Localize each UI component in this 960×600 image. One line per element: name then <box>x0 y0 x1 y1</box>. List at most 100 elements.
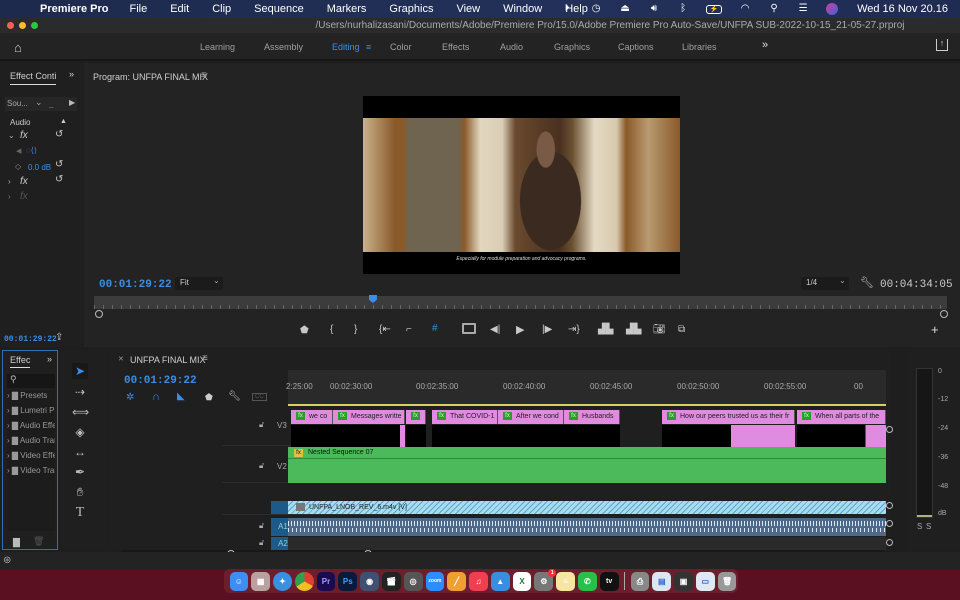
panel-expand-icon[interactable]: » <box>47 354 52 364</box>
dock-compressor-icon[interactable]: ◎ <box>403 571 423 591</box>
type-tool-icon[interactable]: T <box>72 505 88 521</box>
trash-icon[interactable]: 🗑︎ <box>33 536 44 547</box>
chevron-down-icon[interactable]: ⌄ <box>8 131 15 140</box>
mark-in-button[interactable]: { <box>330 324 333 335</box>
guides-button[interactable]: # <box>432 323 438 334</box>
menu-clip[interactable]: Clip <box>212 3 231 15</box>
reset-icon[interactable]: ↺ <box>55 174 63 185</box>
mark-out-button[interactable]: } <box>354 324 357 335</box>
clip-a1-audio[interactable] <box>288 518 886 536</box>
collapse-up-icon[interactable]: ▲ <box>60 118 67 125</box>
close-sequence-icon[interactable]: ✕ <box>118 355 124 363</box>
panel-menu-icon[interactable]: ≡ <box>202 353 208 364</box>
lock-icon[interactable]: 🔓︎ <box>259 521 264 531</box>
home-icon[interactable]: ⌂ <box>14 40 22 55</box>
ruler-button[interactable]: ⌐ <box>406 324 412 335</box>
volume-icon[interactable]: 🔊︎ <box>648 3 660 15</box>
timeline-timecode[interactable]: 00:01:29:22 <box>124 375 197 387</box>
more-workspaces-button[interactable]: » <box>762 39 768 51</box>
wrench-icon[interactable]: 🔧︎ <box>860 276 874 289</box>
minimize-window-button[interactable] <box>19 22 26 29</box>
clip-v3[interactable]: fx we co <box>291 410 333 424</box>
tab-effects[interactable]: Effects <box>442 42 469 52</box>
program-current-timecode[interactable]: 00:01:29:22 <box>99 279 172 291</box>
timeline-settings-wrench-icon[interactable]: 🔧︎ <box>228 391 241 402</box>
folder-item[interactable]: › ▇ Video Effects <box>7 451 55 466</box>
folder-item[interactable]: › ▇ Video Transitions <box>7 466 55 481</box>
dock-appletv-icon[interactable]: tv <box>599 571 619 591</box>
new-bin-icon[interactable]: ▇ <box>13 537 20 548</box>
video-frame[interactable]: Especially for module preparation and ad… <box>363 96 680 274</box>
source-chevron-icon[interactable]: ⌄ <box>35 97 43 108</box>
add-button[interactable]: + <box>931 322 939 337</box>
dock-screenshot-icon[interactable]: ▣ <box>674 571 693 591</box>
dock-excel-icon[interactable]: X <box>512 571 532 591</box>
dock-keynote-icon[interactable]: ▲ <box>490 571 510 591</box>
clip-v3[interactable]: fx When all parts of the <box>797 410 886 424</box>
solo-left-button[interactable]: S <box>917 522 922 531</box>
hand-tool-icon[interactable]: ✋︎ <box>72 484 88 500</box>
folder-item[interactable]: › ▇ Lumetri Presets <box>7 406 55 421</box>
tab-editing[interactable]: Editing <box>332 42 360 52</box>
dock-zoom-icon[interactable]: zoom <box>425 571 445 591</box>
panel-menu-icon[interactable]: ≡ <box>201 70 207 81</box>
dock-safari-icon[interactable]: ✦ <box>273 571 292 591</box>
comparison-view-button[interactable]: ⧉ <box>678 324 685 335</box>
pen-tool-icon[interactable]: ✒ <box>72 464 88 480</box>
reset-icon[interactable]: ↺ <box>55 129 63 140</box>
dock-system-preferences-icon[interactable]: ⚙ 1 <box>534 568 557 591</box>
lock-icon[interactable]: 🔓︎ <box>259 538 264 548</box>
fx-row-volume[interactable]: ⌄ fx ↺ <box>5 129 70 144</box>
keyframe-diamond-icon[interactable]: ◇ <box>15 162 21 171</box>
creative-cloud-icon[interactable]: ⊛ <box>3 555 11 566</box>
dock-notes-icon[interactable]: ≡ <box>556 571 575 591</box>
tab-audio[interactable]: Audio <box>500 42 523 52</box>
menu-sequence[interactable]: Sequence <box>254 3 304 15</box>
dock-whatsapp-icon[interactable]: ✆ <box>578 571 597 591</box>
track-end-handle[interactable] <box>886 539 893 546</box>
resolution-dropdown[interactable]: 1/4 ⌄ <box>801 276 849 290</box>
clip-v3[interactable]: fx How our peers trusted us as their fr <box>662 410 795 424</box>
slip-tool-icon[interactable]: ↔ <box>72 444 88 460</box>
menu-app-name[interactable]: Premiere Pro <box>40 3 108 15</box>
go-to-in-button[interactable]: {⇤ <box>379 324 391 335</box>
program-scrubber[interactable] <box>94 295 947 309</box>
clip-v1-video[interactable]: UNFPA_LNOB_REV_6.m4v [V] <box>288 501 886 514</box>
sequence-dropdown[interactable]: _ <box>49 99 53 108</box>
tab-learning[interactable]: Learning <box>200 42 235 52</box>
panel-expand-icon[interactable]: » <box>69 69 74 79</box>
dock-document-icon[interactable]: ▤ <box>652 571 672 591</box>
dock-music-icon[interactable]: ♫ <box>469 571 488 591</box>
program-monitor-title[interactable]: Program: UNFPA FINAL MIX <box>93 72 208 82</box>
time-machine-icon[interactable]: ◷ <box>590 3 602 15</box>
tab-captions[interactable]: Captions <box>618 42 654 52</box>
play-circle-icon[interactable]: ⏵ <box>561 3 573 15</box>
safe-margins-button[interactable] <box>462 323 476 334</box>
add-marker-button[interactable]: ⬟ <box>300 325 309 336</box>
folder-item[interactable]: › ▇ Presets <box>7 391 55 406</box>
lock-icon[interactable]: 🔓︎ <box>259 420 264 430</box>
clip-v3[interactable]: fx After we cond <box>498 410 564 424</box>
dock-pages-icon[interactable]: ╱ <box>447 571 467 591</box>
folder-item[interactable]: › ▇ Audio Effects <box>7 421 55 436</box>
chevron-right-icon[interactable]: › <box>8 192 11 201</box>
zoom-handle-left[interactable] <box>95 310 103 318</box>
step-forward-button[interactable]: |▶ <box>542 324 552 335</box>
chevron-right-icon[interactable]: › <box>8 177 11 186</box>
share-icon[interactable]: ↑ <box>936 39 948 51</box>
expand-arrow-icon[interactable]: ▶ <box>69 98 75 107</box>
menubar-clock[interactable]: Wed 16 Nov 20.16 <box>857 3 948 15</box>
captions-cc-icon[interactable]: CC <box>252 393 267 401</box>
clip-v3[interactable]: fx <box>406 410 426 424</box>
wifi-icon[interactable]: ◠ <box>739 3 751 15</box>
close-window-button[interactable] <box>7 22 14 29</box>
menu-edit[interactable]: Edit <box>170 3 189 15</box>
dock-chrome-icon[interactable] <box>294 571 314 591</box>
folder-item[interactable]: › ▇ Audio Transitions <box>7 436 55 451</box>
lift-button[interactable]: ▟▙ <box>598 324 613 335</box>
workspace-menu-icon[interactable]: ≡ <box>366 42 371 52</box>
snap-magnet-icon[interactable]: ∩ <box>152 391 160 403</box>
clip-v3[interactable]: fx Husbands <box>564 410 620 424</box>
track-select-tool-icon[interactable]: ⇢ <box>72 384 88 400</box>
effect-controls-timecode[interactable]: 00:01:29:22 <box>4 335 57 344</box>
